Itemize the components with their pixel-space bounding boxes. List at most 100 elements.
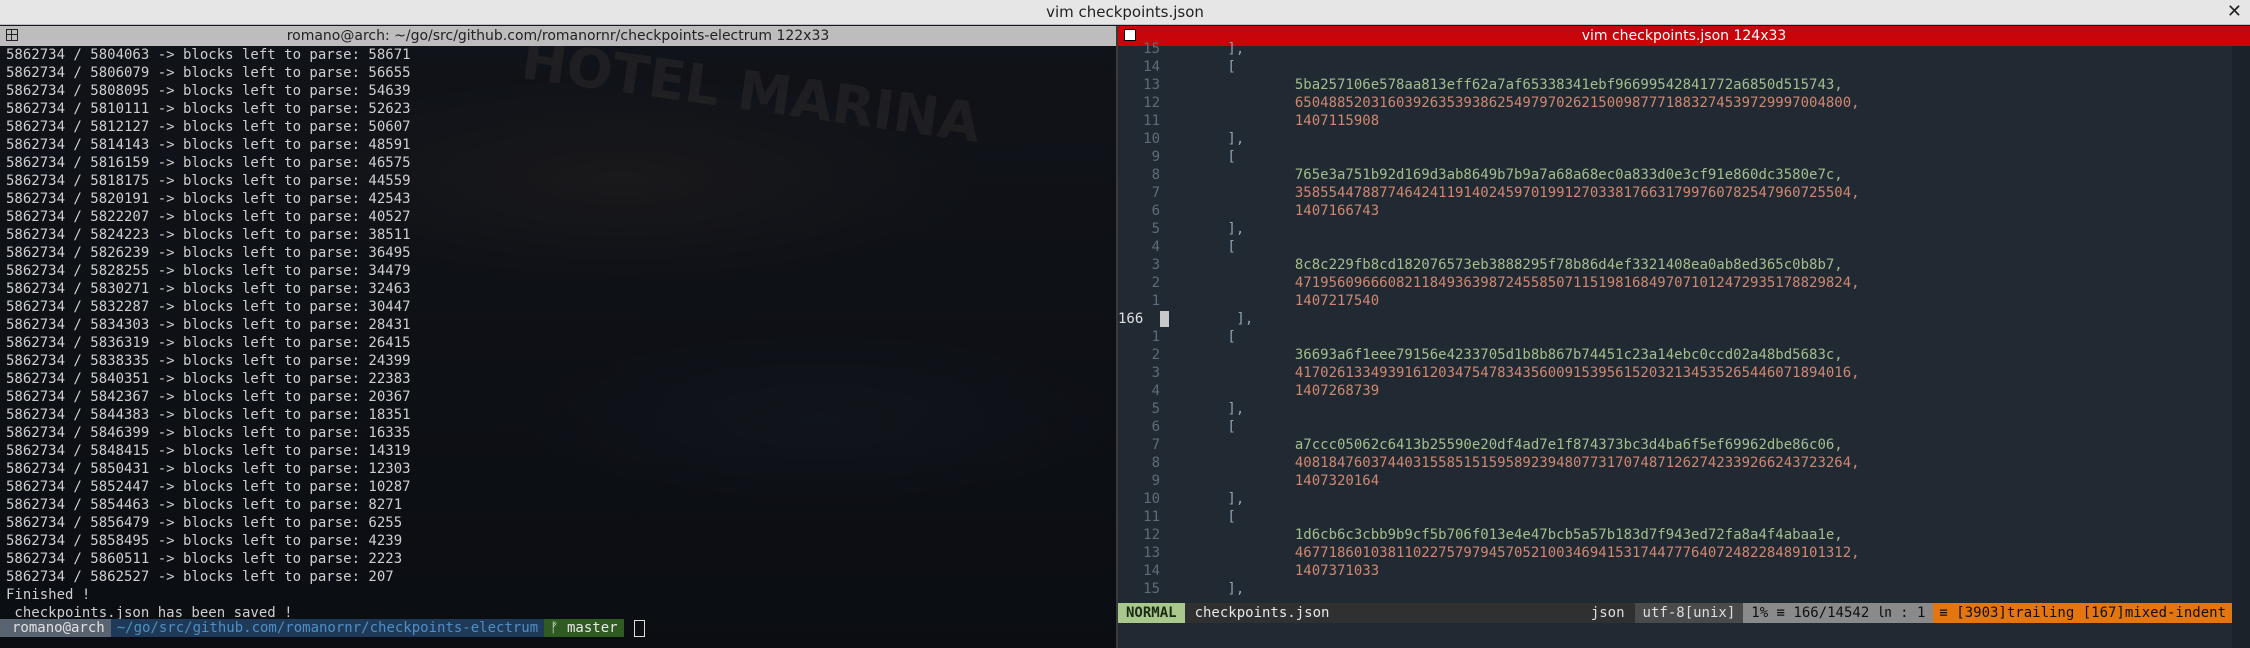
terminal-line: 5862734 / 5848415 -> blocks left to pars…	[6, 443, 411, 459]
terminal-line: 5862734 / 5806079 -> blocks left to pars…	[6, 65, 411, 81]
vim-line: 2 47195609666082118493639872455850711519…	[1118, 274, 2228, 292]
line-content: 1407217540	[1160, 293, 1380, 309]
line-content: ],	[1160, 131, 1245, 147]
line-number: 14	[1143, 59, 1160, 75]
status-encoding: utf-8[unix]	[1634, 603, 1744, 623]
vim-editor[interactable]: 15 ], 14 [13 5ba257106e578aa813eff62a7af6…	[1118, 41, 2250, 648]
line-content: a7ccc05062c6413b25590e20df4ad7e1f874373b…	[1160, 437, 1843, 453]
vim-line: 15 ],	[1118, 580, 2228, 598]
line-number: 3	[1151, 257, 1160, 273]
line-number: 8	[1151, 167, 1160, 183]
vim-line: 1 1407217540	[1118, 292, 2228, 310]
vim-line: 2 36693a6f1eee79156e4233705d1b8b867b7445…	[1118, 346, 2228, 364]
vim-cursor	[1160, 311, 1169, 327]
left-pane-title-bar[interactable]: romano@arch: ~/go/src/github.com/romanor…	[0, 26, 1116, 46]
vim-line: 15 ],	[1118, 40, 2228, 58]
line-number: 12	[1143, 95, 1160, 111]
terminal-line: 5862734 / 5812127 -> blocks left to pars…	[6, 119, 411, 135]
terminal-cursor[interactable]	[633, 619, 645, 637]
line-content: 1407115908	[1160, 113, 1380, 129]
vim-line: 1 [	[1118, 328, 2228, 346]
line-number: 2	[1151, 275, 1160, 291]
vim-line: 9 1407320164	[1118, 472, 2228, 490]
terminal-line: 5862734 / 5846399 -> blocks left to pars…	[6, 425, 411, 441]
vim-line: 14 [	[1118, 58, 2228, 76]
close-icon[interactable]: ✕	[2227, 0, 2242, 24]
line-content: ],	[1160, 221, 1245, 237]
line-content: [	[1160, 239, 1236, 255]
line-content: 36693a6f1eee79156e4233705d1b8b867b74451c…	[1160, 347, 1843, 363]
line-number: 4	[1151, 383, 1160, 399]
terminal-line: 5862734 / 5850431 -> blocks left to pars…	[6, 461, 411, 477]
line-number: 9	[1151, 473, 1160, 489]
vim-line: 9 [	[1118, 148, 2228, 166]
line-number: 5	[1151, 221, 1160, 237]
line-content: ],	[1160, 401, 1245, 417]
line-content: 1407166743	[1160, 203, 1380, 219]
line-content: 1407371033	[1160, 563, 1380, 579]
line-number: 15	[1143, 581, 1160, 597]
right-edge-strip	[2232, 46, 2250, 648]
vim-line: 4 [	[1118, 238, 2228, 256]
mode-indicator: NORMAL	[1118, 603, 1185, 623]
line-content: 3585544788774642411914024597019912703381…	[1160, 185, 1860, 201]
vim-line: 5 ],	[1118, 400, 2228, 418]
terminal-line: Finished !	[6, 587, 91, 603]
line-number: 10	[1143, 131, 1160, 147]
terminal-line: 5862734 / 5856479 -> blocks left to pars…	[6, 515, 403, 531]
line-number: 3	[1151, 365, 1160, 381]
window-title-bar[interactable]: vim checkpoints.json ✕	[0, 0, 2250, 25]
status-position: 1% ≡ 166/14542 ㏑ : 1	[1743, 603, 1934, 623]
terminal-line: 5862734 / 5810111 -> blocks left to pars…	[6, 101, 411, 117]
terminal-line: 5862734 / 5826239 -> blocks left to pars…	[6, 245, 411, 261]
line-content: ],	[1160, 581, 1245, 597]
line-number: 13	[1143, 545, 1160, 561]
vim-line: 10 ],	[1118, 130, 2228, 148]
vim-line: 6 [	[1118, 418, 2228, 436]
vim-line: 3 41702613349391612034754783435600915395…	[1118, 364, 2228, 382]
vim-line: 12 6504885203160392635393862549797026215…	[1118, 94, 2228, 112]
line-number: 8	[1151, 455, 1160, 471]
split-pane-icon[interactable]	[6, 29, 18, 41]
vim-line: 13 5ba257106e578aa813eff62a7af65338341eb…	[1118, 76, 2228, 94]
vim-line: 14 1407371033	[1118, 562, 2228, 580]
line-content: ],	[1160, 491, 1245, 507]
line-number: 166	[1118, 311, 1144, 327]
terminal-line: 5862734 / 5860511 -> blocks left to pars…	[6, 551, 403, 567]
terminal-output[interactable]: 5862734 / 5804063 -> blocks left to pars…	[0, 46, 1116, 648]
terminal-line: 5862734 / 5824223 -> blocks left to pars…	[6, 227, 411, 243]
terminal-line: 5862734 / 5842367 -> blocks left to pars…	[6, 389, 411, 405]
line-number: 11	[1143, 509, 1160, 525]
line-content: ],	[1160, 41, 1245, 57]
terminal-line: 5862734 / 5818175 -> blocks left to pars…	[6, 173, 411, 189]
line-content: 1d6cb6c3cbb9b9cf5b706f013e4e47bcb5a57b18…	[1160, 527, 1843, 543]
vim-line: 7 a7ccc05062c6413b25590e20df4ad7e1f87437…	[1118, 436, 2228, 454]
line-content: 8c8c229fb8cd182076573eb3888295f78b86d4ef…	[1160, 257, 1843, 273]
window-title: vim checkpoints.json	[1046, 3, 1204, 21]
vim-line: 11 1407115908	[1118, 112, 2228, 130]
vim-line: 5 ],	[1118, 220, 2228, 238]
line-number: 1	[1151, 293, 1160, 309]
vim-statusline: NORMAL checkpoints.json json utf-8[unix]…	[1118, 603, 2232, 623]
vim-line: 7 35855447887746424119140245970199127033…	[1118, 184, 2228, 202]
terminal-line: 5862734 / 5820191 -> blocks left to pars…	[6, 191, 411, 207]
terminal-line: 5862734 / 5858495 -> blocks left to pars…	[6, 533, 403, 549]
terminal-line: 5862734 / 5834303 -> blocks left to pars…	[6, 317, 411, 333]
vim-line: 6 1407166743	[1118, 202, 2228, 220]
line-number: 12	[1143, 527, 1160, 543]
terminal-line: 5862734 / 5814143 -> blocks left to pars…	[6, 137, 411, 153]
terminal-line: 5862734 / 5808095 -> blocks left to pars…	[6, 83, 411, 99]
terminal-line: 5862734 / 5832287 -> blocks left to pars…	[6, 299, 411, 315]
line-content: [	[1160, 59, 1236, 75]
line-number: 2	[1151, 347, 1160, 363]
line-content: 6504885203160392635393862549797026215009…	[1160, 95, 1860, 111]
status-filename: checkpoints.json	[1194, 605, 1330, 621]
line-content: 765e3a751b92d169d3ab8649b7b9a7a68a68ec0a…	[1160, 167, 1843, 183]
status-spacer	[1339, 603, 1580, 623]
terminal-lines: 5862734 / 5804063 -> blocks left to pars…	[0, 46, 1116, 622]
line-content: ],	[1169, 311, 1254, 327]
line-content: [	[1160, 149, 1236, 165]
line-content: 4170261334939161203475478343560091539561…	[1160, 365, 1860, 381]
line-number: 13	[1143, 77, 1160, 93]
prompt-git-branch: ᚠ master	[544, 619, 624, 637]
